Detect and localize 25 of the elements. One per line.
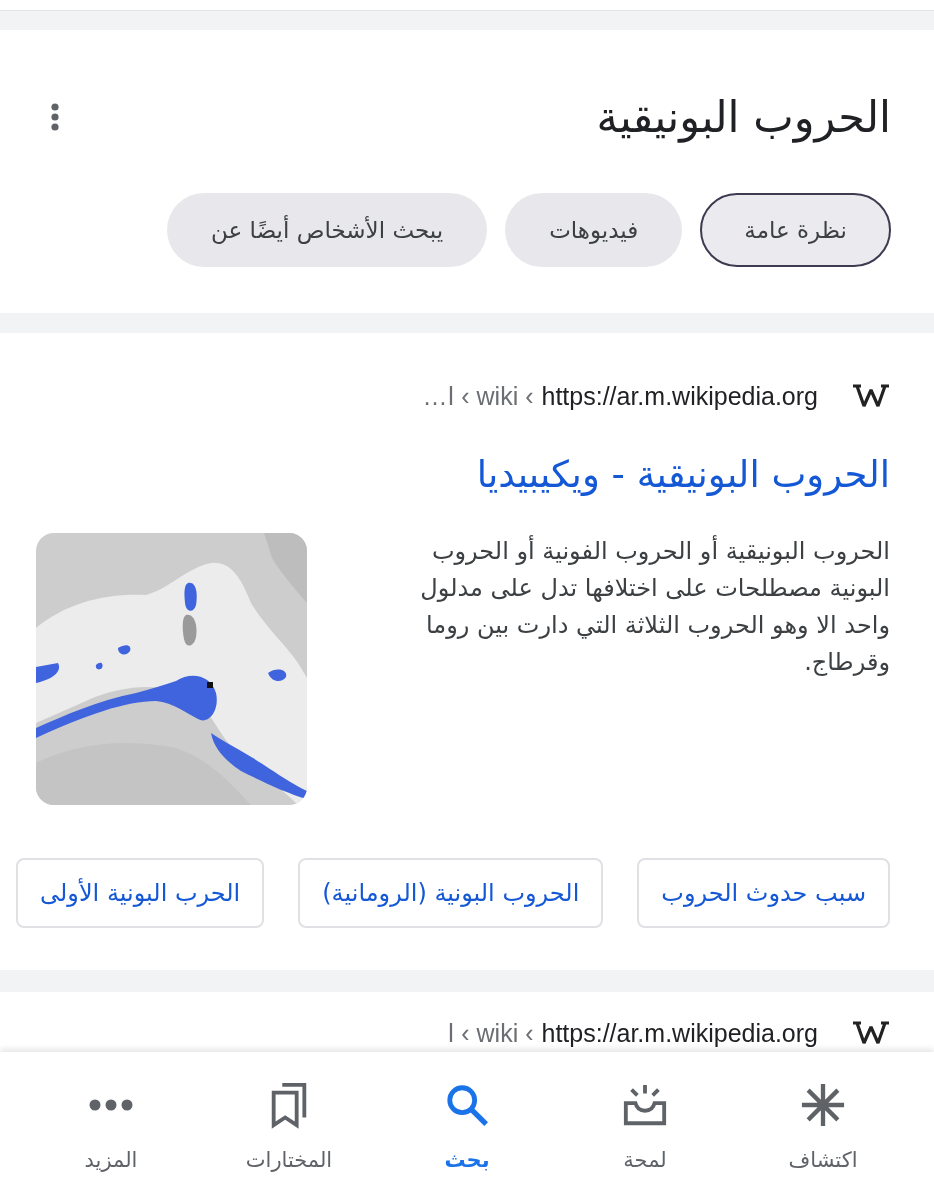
url-breadcrumb: …ا ‹ wiki ‹: [422, 381, 534, 411]
query-title: الحروب البونيقية: [596, 91, 891, 144]
asterisk-icon: [800, 1082, 846, 1128]
result-title-link[interactable]: الحروب البونيقية - ويكيبيديا: [476, 451, 890, 499]
result-url: https://ar.m.wikipedia.org: [541, 1018, 818, 1048]
related-search-button[interactable]: الحرب البونية الأولى: [16, 858, 265, 928]
url-breadcrumb: ا ‹ wiki ‹: [447, 1018, 534, 1048]
tab[interactable]: يبحث الأشخاص أيضًا عن: [167, 193, 488, 267]
related-search-button[interactable]: سبب حدوث الحروب: [637, 858, 890, 928]
nav-tab[interactable]: المزيد: [22, 1052, 200, 1200]
tray-sunrise-icon: [622, 1082, 668, 1128]
result-url: https://ar.m.wikipedia.org: [541, 381, 818, 411]
related-search-button[interactable]: الحروب البونية (الرومانية): [298, 858, 604, 928]
w-logo-icon: [852, 1021, 890, 1045]
tab[interactable]: فيديوهات: [505, 193, 683, 267]
w-logo-icon: [852, 384, 890, 408]
search-icon: [444, 1082, 490, 1128]
tab[interactable]: نظرة عامة: [700, 193, 891, 267]
more-options-icon[interactable]: [50, 103, 60, 131]
nav-tab[interactable]: المختارات: [200, 1052, 378, 1200]
nav-tab[interactable]: بحث: [378, 1052, 556, 1200]
result-snippet: الحروب البونيقية أو الحروب الفونية أو الحروب البونية مصطلحات على اختلافها تدل على مدلول واحد الا وهو الحروب الثلاثة التي دارت بين روما وقرطاج.: [419, 534, 890, 678]
nav-tab[interactable]: لمحة: [556, 1052, 734, 1200]
more-icon: [88, 1098, 134, 1112]
nav-tab[interactable]: اكتشاف: [734, 1052, 912, 1200]
